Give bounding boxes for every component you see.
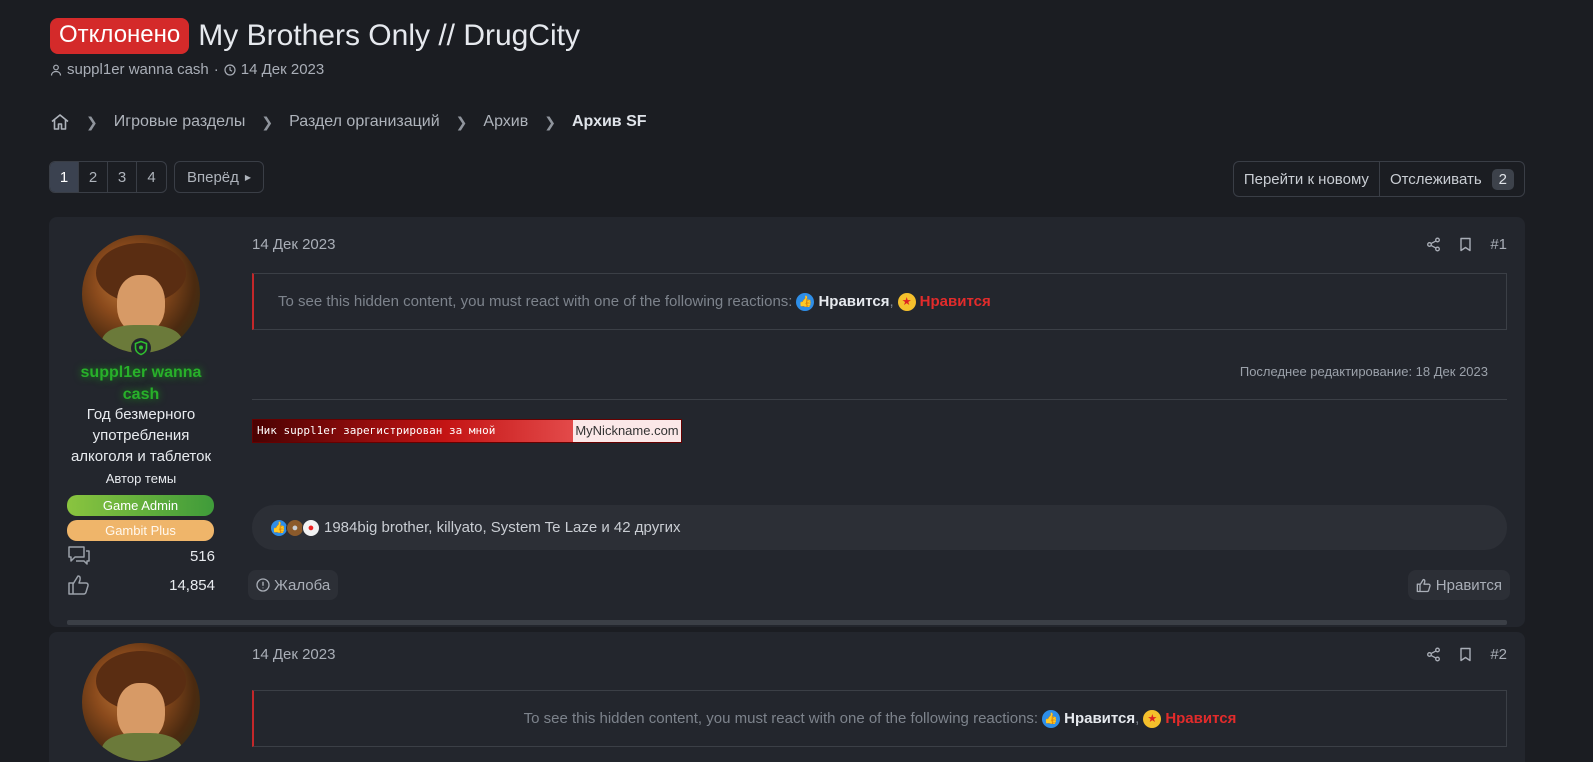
next-page-label: Вперёд — [187, 168, 239, 186]
page-title: My Brothers Only // DrugCity — [198, 19, 581, 52]
go-to-new-button[interactable]: Перейти к новому — [1234, 162, 1379, 196]
hidden-content-notice: To see this hidden content, you must rea… — [252, 690, 1507, 747]
messages-count: 516 — [189, 547, 215, 565]
reaction-separator: , — [889, 293, 894, 310]
post-date[interactable]: 14 Дек 2023 — [252, 646, 335, 663]
user-banner-gambit-plus: Gambit Plus — [67, 520, 214, 541]
avatar[interactable] — [82, 643, 200, 761]
post-number[interactable]: #2 — [1490, 646, 1507, 663]
hidden-content-text: To see this hidden content, you must rea… — [523, 710, 1039, 727]
watch-count-badge: 2 — [1491, 168, 1514, 190]
messages-stat: 516 — [67, 545, 215, 567]
reaction-like: 👍 Нравится — [796, 292, 890, 311]
thread-meta: suppl1er wanna cash · 14 Дек 2023 — [50, 61, 324, 78]
watch-label: Отслеживать — [1389, 170, 1482, 188]
post-actions: #2 — [1426, 646, 1507, 663]
reaction-like-label: Нравится — [1064, 710, 1136, 727]
breadcrumb-item[interactable]: Раздел организаций — [289, 113, 440, 131]
breadcrumb-current[interactable]: Архив SF — [572, 113, 647, 131]
post: 14 Дек 2023 #2 To see this hidden conten… — [49, 632, 1525, 762]
chevron-right-icon: ❯ — [86, 113, 98, 130]
pagination: 1 2 3 4 Вперёд ▶ — [49, 161, 265, 193]
thread-author-link[interactable]: suppl1er wanna cash — [67, 61, 209, 78]
post-date[interactable]: 14 Дек 2023 — [252, 236, 335, 253]
like-label: Нравится — [1435, 576, 1502, 594]
like-button[interactable]: Нравится — [1407, 570, 1510, 600]
thread-header: Отклонено My Brothers Only // DrugCity — [50, 18, 580, 54]
thumbs-up-reaction-icon: 👍 — [796, 292, 815, 311]
thread-starter-label: Автор темы — [105, 471, 177, 486]
home-icon[interactable] — [50, 112, 70, 132]
thread-date-link[interactable]: 14 Дек 2023 — [241, 61, 324, 78]
watch-button[interactable]: Отслеживать 2 — [1378, 162, 1524, 196]
report-label: Жалоба — [274, 576, 331, 594]
reactions-summary[interactable]: 👍 ● ● 1984big brother, killyato, System … — [252, 505, 1507, 550]
username[interactable]: suppl1er wanna cash — [66, 362, 216, 406]
post-number[interactable]: #1 — [1490, 236, 1507, 253]
page-button-4[interactable]: 4 — [137, 162, 166, 192]
reaction-like-label: Нравится — [818, 293, 890, 310]
banner-text: Ник suppl1er зарегистрирован за мной — [253, 420, 573, 442]
breadcrumb: ❯ Игровые разделы ❯ Раздел организаций ❯… — [50, 112, 647, 132]
clown-reaction-icon: ● — [302, 518, 320, 537]
user-title: Год безмерного употребления алкоголя и т… — [70, 406, 212, 465]
post-actions: #1 — [1426, 236, 1507, 253]
page-button-3[interactable]: 3 — [108, 162, 137, 192]
reaction-love-label: Нравится — [1165, 710, 1237, 727]
reaction-love: ★ Нравится — [1143, 709, 1237, 728]
shield-icon — [131, 338, 151, 358]
user-banner-game-admin: Game Admin — [67, 495, 214, 516]
reaction-like: 👍 Нравится — [1042, 709, 1136, 728]
share-icon[interactable] — [1426, 237, 1441, 252]
meta-separator: · — [213, 61, 219, 78]
likes-stat: 14,854 — [67, 574, 215, 596]
chevron-right-icon: ❯ — [455, 113, 468, 130]
hidden-content-text: To see this hidden content, you must rea… — [278, 293, 793, 310]
banner-site: MyNickname.com — [573, 420, 681, 442]
bookmark-icon[interactable] — [1459, 647, 1472, 662]
reaction-icons: 👍 ● ● — [270, 518, 320, 537]
avatar[interactable] — [82, 235, 200, 353]
share-icon[interactable] — [1426, 647, 1441, 662]
post-separator — [67, 620, 1507, 625]
thumbs-up-icon — [1416, 578, 1431, 592]
next-page-button[interactable]: Вперёд ▶ — [174, 161, 265, 193]
breadcrumb-item[interactable]: Игровые разделы — [114, 113, 246, 131]
status-badge: Отклонено — [50, 18, 190, 54]
messages-icon — [68, 546, 90, 565]
star-eyes-reaction-icon: ★ — [1143, 709, 1162, 728]
caret-right-icon: ▶ — [244, 172, 252, 182]
reaction-love-label: Нравится — [919, 293, 991, 310]
bookmark-icon[interactable] — [1459, 237, 1472, 252]
hidden-content-notice: To see this hidden content, you must rea… — [252, 273, 1507, 330]
divider — [252, 399, 1507, 400]
thread-actions: Перейти к новому Отслеживать 2 — [1232, 161, 1525, 197]
page-button-1[interactable]: 1 — [50, 162, 79, 192]
thumbs-up-reaction-icon: 👍 — [1042, 709, 1061, 728]
last-edited[interactable]: Последнее редактирование: 18 Дек 2023 — [1240, 364, 1488, 379]
page-buttons: 1 2 3 4 — [49, 161, 167, 193]
breadcrumb-item[interactable]: Архив — [483, 113, 528, 131]
chevron-right-icon: ❯ — [544, 113, 556, 130]
reaction-love: ★ Нравится — [897, 292, 991, 311]
post: suppl1er wanna cash Год безмерного употр… — [49, 217, 1525, 627]
thumbs-up-icon — [68, 575, 89, 595]
alert-circle-icon — [256, 578, 270, 592]
star-eyes-reaction-icon: ★ — [897, 292, 916, 311]
clock-icon — [224, 63, 236, 76]
report-button[interactable]: Жалоба — [248, 570, 339, 600]
page-button-2[interactable]: 2 — [79, 162, 108, 192]
chevron-right-icon: ❯ — [261, 113, 274, 130]
reacted-users[interactable]: 1984big brother, killyato, System Te Laz… — [324, 519, 681, 536]
likes-count: 14,854 — [169, 576, 215, 594]
nickname-banner-image: Ник suppl1er зарегистрирован за мной MyN… — [252, 419, 682, 443]
user-icon — [50, 64, 62, 76]
reaction-separator: , — [1135, 710, 1140, 727]
